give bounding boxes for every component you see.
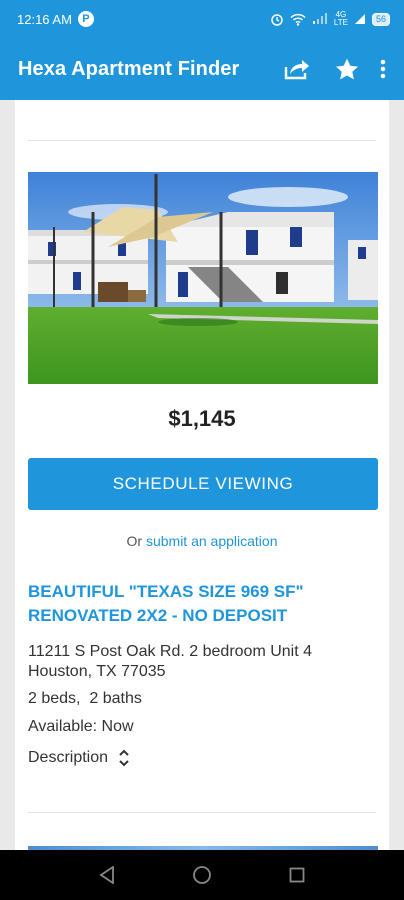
more-button[interactable] (372, 47, 394, 91)
wifi-icon (290, 13, 306, 26)
listing-photo-illustration (28, 172, 378, 384)
description-toggle[interactable]: Description (28, 748, 130, 768)
app-title: Hexa Apartment Finder (18, 57, 240, 80)
network-type-bottom: LTE (333, 18, 348, 27)
apply-prefix: Or (126, 533, 146, 549)
app-bar: Hexa Apartment Finder (0, 38, 404, 100)
apply-line: Or submit an application (15, 533, 389, 549)
divider (28, 140, 376, 141)
system-nav-bar (0, 850, 404, 900)
status-time: 12:16 AM (17, 11, 72, 27)
app-notification-icon: P (77, 11, 94, 27)
expand-collapse-icon (119, 749, 129, 767)
back-button[interactable] (87, 855, 127, 895)
recents-icon (289, 867, 305, 883)
listing-photo[interactable] (28, 172, 378, 384)
status-right: 4G LTE 56 (270, 11, 390, 27)
status-bar: 12:16 AM P 4G LTE 56 (0, 0, 404, 38)
availability: Available: Now (28, 718, 134, 735)
share-button[interactable] (272, 47, 322, 91)
signal-icon-2 (354, 14, 365, 24)
submit-application-link[interactable]: submit an application (146, 533, 278, 549)
listing-title: BEAUTIFUL "TEXAS SIZE 969 SF" RENOVATED … (28, 582, 304, 625)
alarm-icon (271, 14, 283, 26)
description-label: Description (28, 749, 109, 766)
more-vert-icon (380, 59, 386, 79)
star-icon (335, 58, 359, 79)
beds-baths: 2 beds, 2 baths (28, 690, 142, 707)
recents-button[interactable] (277, 855, 317, 895)
listing-card: $1,145 SCHEDULE VIEWING Or submit an app… (15, 100, 389, 850)
home-button[interactable] (182, 855, 222, 895)
battery-indicator: 56 (371, 12, 390, 26)
signal-icon (312, 13, 327, 24)
listing-address: 11211 S Post Oak Rd. 2 bedroom Unit 4 Ho… (28, 643, 313, 680)
network-type: 4G LTE (334, 11, 348, 27)
divider (28, 812, 376, 813)
listing-price: $1,145 (168, 406, 236, 431)
share-icon (284, 60, 309, 80)
back-icon (99, 866, 115, 884)
favorite-button[interactable] (322, 47, 372, 91)
app-actions (272, 47, 394, 91)
schedule-viewing-button[interactable]: SCHEDULE VIEWING (28, 458, 378, 510)
status-left: 12:16 AM P (17, 11, 94, 27)
home-icon (193, 866, 211, 884)
